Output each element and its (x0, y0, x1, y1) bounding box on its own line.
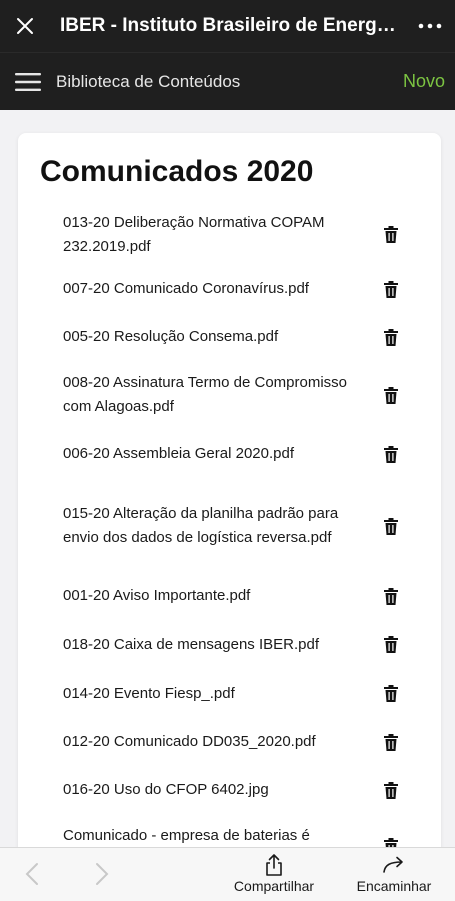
file-name[interactable]: 006-20 Assembleia Geral 2020.pdf (63, 442, 353, 466)
share-icon (264, 852, 284, 878)
app-title: IBER - Instituto Brasileiro de Energia R… (60, 15, 405, 36)
bottom-toolbar: Compartilhar Encaminhar (0, 847, 455, 901)
nav-bar: Biblioteca de Conteúdos Novo (0, 52, 455, 110)
file-name[interactable]: 013-20 Deliberação Normativa COPAM 232.2… (63, 211, 353, 259)
close-icon[interactable] (0, 0, 50, 52)
trash-icon[interactable] (381, 836, 401, 847)
file-item[interactable]: 014-20 Evento Fiesp_.pdf (18, 669, 441, 718)
file-list: 013-20 Deliberação Normativa COPAM 232.2… (18, 203, 441, 847)
content-area: Comunicados 2020 013-20 Deliberação Norm… (0, 109, 455, 847)
section-card: Comunicados 2020 013-20 Deliberação Norm… (18, 133, 441, 847)
file-name[interactable]: 015-20 Alteração da planilha padrão para… (63, 502, 353, 550)
file-name[interactable]: 014-20 Evento Fiesp_.pdf (63, 682, 353, 706)
trash-icon[interactable] (381, 327, 401, 347)
share-button[interactable]: Compartilhar (224, 852, 324, 894)
trash-icon[interactable] (381, 780, 401, 800)
title-bar: IBER - Instituto Brasileiro de Energia R… (0, 0, 455, 52)
file-item[interactable]: 013-20 Deliberação Normativa COPAM 232.2… (18, 203, 441, 266)
file-item[interactable]: Comunicado - empresa de baterias é (18, 814, 441, 847)
file-name[interactable]: 001-20 Aviso Importante.pdf (63, 584, 353, 608)
section-title: Comunicados 2020 (40, 155, 314, 188)
nav-title: Biblioteca de Conteúdos (56, 71, 241, 91)
trash-icon[interactable] (381, 279, 401, 299)
file-item[interactable]: 007-20 Comunicado Coronavírus.pdf (18, 266, 441, 312)
file-item[interactable]: 005-20 Resolução Consema.pdf (18, 312, 441, 362)
trash-icon[interactable] (381, 586, 401, 606)
trash-icon[interactable] (381, 684, 401, 704)
file-name[interactable]: 005-20 Resolução Consema.pdf (63, 325, 353, 349)
file-item[interactable]: 012-20 Comunicado DD035_2020.pdf (18, 718, 441, 766)
file-name[interactable]: 018-20 Caixa de mensagens IBER.pdf (63, 633, 353, 657)
hamburger-menu-icon[interactable] (0, 53, 56, 110)
share-label: Compartilhar (233, 878, 315, 894)
file-name[interactable]: 016-20 Uso do CFOP 6402.jpg (63, 778, 353, 802)
forward-label: Encaminhar (356, 878, 432, 894)
new-button[interactable]: Novo (403, 71, 455, 92)
file-item[interactable]: 008-20 Assinatura Termo de Compromisso c… (18, 362, 441, 428)
file-item[interactable]: 015-20 Alteração da planilha padrão para… (18, 480, 441, 572)
trash-icon[interactable] (381, 225, 401, 245)
file-item[interactable]: 006-20 Assembleia Geral 2020.pdf (18, 428, 441, 480)
trash-icon[interactable] (381, 516, 401, 536)
file-name[interactable]: Comunicado - empresa de baterias é (63, 824, 353, 847)
file-name[interactable]: 012-20 Comunicado DD035_2020.pdf (63, 730, 353, 754)
forward-arrow-icon[interactable] (92, 862, 112, 886)
file-name[interactable]: 008-20 Assinatura Termo de Compromisso c… (63, 371, 353, 419)
forward-icon (382, 852, 406, 878)
trash-icon[interactable] (381, 444, 401, 464)
trash-icon[interactable] (381, 385, 401, 405)
forward-button[interactable]: Encaminhar (346, 852, 442, 894)
back-arrow-icon[interactable] (22, 862, 42, 886)
trash-icon[interactable] (381, 635, 401, 655)
file-item[interactable]: 016-20 Uso do CFOP 6402.jpg (18, 766, 441, 814)
file-name[interactable]: 007-20 Comunicado Coronavírus.pdf (63, 277, 353, 301)
file-item[interactable]: 018-20 Caixa de mensagens IBER.pdf (18, 620, 441, 669)
trash-icon[interactable] (381, 732, 401, 752)
more-options-icon[interactable] (405, 0, 455, 52)
file-item[interactable]: 001-20 Aviso Importante.pdf (18, 572, 441, 620)
